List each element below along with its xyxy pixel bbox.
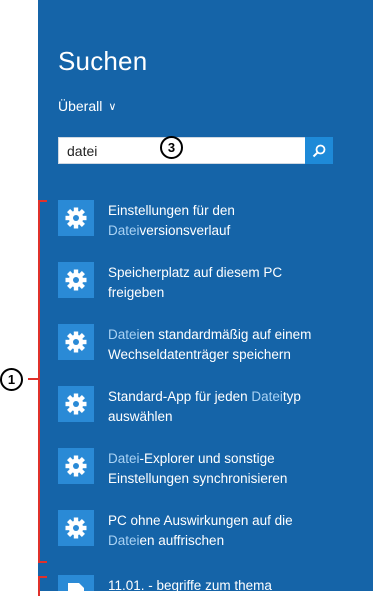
match-highlight: Datei bbox=[108, 327, 140, 342]
annotation-bracket-tick bbox=[28, 378, 39, 380]
result-label: Dateien standardmäßig auf einem Wechselda… bbox=[108, 325, 311, 374]
match-highlight: Datei bbox=[108, 533, 140, 548]
result-label: PC ohne Auswirkungen auf die Dateien auff… bbox=[108, 511, 293, 560]
result-text: -Explorer und sonstige bbox=[139, 451, 275, 466]
result-text: auswählen bbox=[108, 409, 173, 424]
result-label-line: PC ohne Auswirkungen auf die bbox=[108, 511, 293, 531]
search-icon bbox=[312, 144, 326, 157]
annotation-bracket bbox=[28, 200, 47, 563]
search-result-item[interactable]: Einstellungen für den Dateiversionsverlau… bbox=[58, 200, 368, 250]
search-result-item[interactable]: PC ohne Auswirkungen auf die Dateien auff… bbox=[58, 510, 368, 560]
result-label-line: Datei-Explorer und sonstige bbox=[108, 449, 287, 469]
result-text: Standard-App für jeden bbox=[108, 389, 252, 404]
result-text: versionsverlauf bbox=[139, 223, 231, 238]
result-text: PC ohne Auswirkungen auf die bbox=[108, 513, 293, 528]
result-label-line: Dateien standardmäßig auf einem bbox=[108, 325, 311, 345]
result-icon-tile bbox=[58, 386, 94, 422]
scope-label: Überall bbox=[58, 98, 103, 114]
search-button[interactable] bbox=[305, 137, 333, 164]
gear-icon bbox=[65, 331, 87, 353]
match-highlight: Datei bbox=[251, 389, 283, 404]
result-label: Datei-Explorer und sonstige Einstellungen… bbox=[108, 449, 287, 498]
gear-icon bbox=[65, 393, 87, 415]
result-label: Standard-App für jeden Dateityp auswählen bbox=[108, 387, 301, 436]
search-result-item[interactable]: Dateien standardmäßig auf einem Wechselda… bbox=[58, 324, 368, 374]
result-label-line: auswählen bbox=[108, 407, 301, 427]
search-result-item[interactable]: Datei-Explorer und sonstige Einstellungen… bbox=[58, 448, 368, 498]
result-icon-tile bbox=[58, 510, 94, 546]
result-text: Speicherplatz auf diesem PC bbox=[108, 265, 283, 280]
search-box bbox=[58, 137, 333, 164]
result-icon-tile bbox=[58, 324, 94, 360]
match-highlight: Datei bbox=[108, 451, 140, 466]
annotation-callout-1: 1 bbox=[0, 368, 23, 391]
result-label: Speicherplatz auf diesem PC freigeben bbox=[108, 263, 282, 312]
result-label-line: Einstellungen synchronisieren bbox=[108, 469, 287, 489]
search-result-item[interactable]: Standard-App für jeden Dateityp auswählen bbox=[58, 386, 368, 436]
annotation-bracket-2 bbox=[38, 576, 47, 596]
chevron-down-icon: ∨ bbox=[108, 101, 117, 113]
result-icon-tile bbox=[58, 575, 94, 591]
result-label: Einstellungen für den Dateiversionsverlau… bbox=[108, 201, 235, 250]
gear-icon bbox=[65, 207, 87, 229]
annotation-callout-3: 3 bbox=[160, 136, 183, 159]
search-charm-panel: Suchen Überall ∨ Einstellungen für den Da… bbox=[38, 0, 373, 591]
search-result-item[interactable]: 11.01. - begriffe zum thema bbox=[58, 575, 368, 591]
result-label-line: freigeben bbox=[108, 283, 282, 303]
result-label-line: 11.01. - begriffe zum thema bbox=[108, 576, 272, 591]
result-text: en auffrischen bbox=[139, 533, 225, 548]
gear-icon bbox=[65, 517, 87, 539]
result-text: typ bbox=[282, 389, 301, 404]
result-label-line: Dateien auffrischen bbox=[108, 531, 293, 551]
search-result-item[interactable]: Speicherplatz auf diesem PC freigeben bbox=[58, 262, 368, 312]
result-text: Wechseldatenträger speichern bbox=[108, 347, 291, 362]
result-text: 11.01. - begriffe zum thema bbox=[108, 578, 272, 591]
panel-title: Suchen bbox=[58, 46, 148, 76]
result-label-line: Einstellungen für den bbox=[108, 201, 235, 221]
result-label-line: Wechseldatenträger speichern bbox=[108, 345, 311, 365]
result-text: Einstellungen synchronisieren bbox=[108, 471, 288, 486]
result-icon-tile bbox=[58, 262, 94, 298]
result-text: Einstellungen für den bbox=[108, 203, 235, 218]
gear-icon bbox=[65, 269, 87, 291]
result-text: en standardmäßig auf einem bbox=[139, 327, 312, 342]
match-highlight: Datei bbox=[108, 223, 140, 238]
gear-icon bbox=[65, 455, 87, 477]
result-label-line: Dateiversionsverlauf bbox=[108, 221, 235, 241]
search-scope-dropdown[interactable]: Überall ∨ bbox=[58, 98, 116, 114]
document-icon bbox=[68, 583, 84, 591]
result-label-line: Standard-App für jeden Dateityp bbox=[108, 387, 301, 407]
result-icon-tile bbox=[58, 448, 94, 484]
result-label: 11.01. - begriffe zum thema bbox=[108, 576, 272, 591]
result-label-line: Speicherplatz auf diesem PC bbox=[108, 263, 282, 283]
result-text: freigeben bbox=[108, 285, 165, 300]
result-icon-tile bbox=[58, 200, 94, 236]
